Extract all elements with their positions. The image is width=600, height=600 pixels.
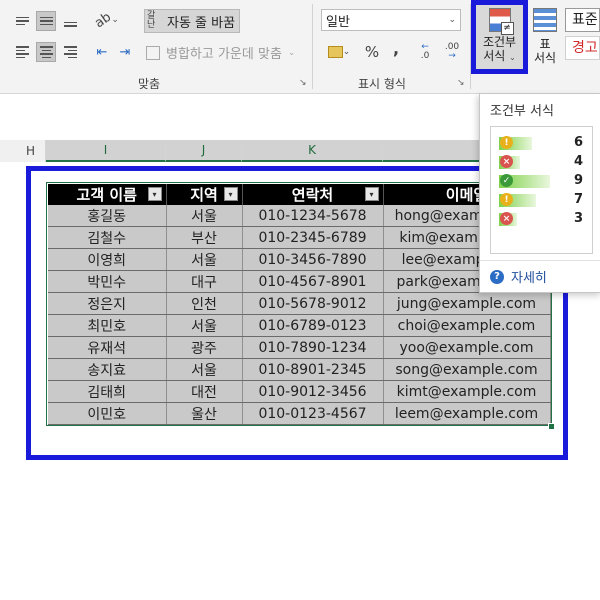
check-icon: ✓: [500, 174, 513, 187]
tooltip-divider: [480, 260, 600, 261]
arrow-right-icon: →: [448, 51, 456, 61]
conditional-format-button[interactable]: ≠ 조건부 서식 ⌄: [471, 0, 528, 74]
tooltip-title: 조건부 서식: [490, 104, 554, 119]
more-info-link[interactable]: ? 자세히: [490, 267, 547, 286]
increase-indent-icon: ⇥: [119, 44, 131, 60]
number-format-select[interactable]: 일반 ⌄: [321, 9, 461, 31]
chevron-down-icon: ⌄: [287, 47, 296, 58]
preview-value: 3: [573, 211, 583, 226]
style-normal[interactable]: 표준: [565, 8, 600, 32]
preview-row: ! 7: [499, 192, 583, 208]
decrease-indent-icon: ⇤: [96, 44, 108, 60]
percent-button[interactable]: %: [362, 42, 382, 62]
icon-set-preview: ! 6 × 4 ✓ 9! 7 × 3: [490, 126, 593, 254]
number-format-value: 일반: [326, 14, 350, 30]
preview-value: 6: [573, 135, 583, 150]
style-warning[interactable]: 경고: [565, 36, 600, 60]
column-header-h[interactable]: H: [16, 140, 46, 162]
dialog-launcher-icon[interactable]: ↘: [299, 78, 307, 88]
chevron-down-icon: ⌄: [448, 15, 456, 25]
merge-center-label: 병합하고 가운데 맞춤: [166, 47, 282, 62]
column-header-k[interactable]: K: [242, 140, 383, 162]
increase-indent-button[interactable]: ⇥: [115, 42, 135, 62]
error-icon: ×: [500, 155, 513, 168]
number-group-label: 표시 형식: [358, 77, 406, 91]
increase-decimal-button[interactable]: ← .0: [414, 42, 436, 62]
merge-icon: [146, 45, 160, 60]
help-icon: ?: [490, 269, 504, 284]
warning-icon: !: [500, 136, 513, 149]
selection-border: [46, 182, 552, 426]
comma-button[interactable]: ,: [386, 38, 406, 58]
preview-value: 9: [573, 173, 583, 188]
percent-icon: %: [364, 43, 380, 61]
table-format-icon: [533, 8, 557, 32]
column-header-i[interactable]: I: [46, 140, 166, 162]
preview-row: × 3: [499, 211, 583, 227]
align-bottom-button[interactable]: [60, 11, 80, 31]
align-middle-button[interactable]: [36, 11, 56, 31]
orientation-button[interactable]: ab ⌄: [92, 9, 122, 31]
align-center-button[interactable]: [36, 42, 56, 62]
preview-value: 7: [573, 192, 583, 207]
orientation-icon: ab: [92, 9, 115, 31]
fill-handle[interactable]: [548, 423, 555, 430]
align-top-button[interactable]: [12, 11, 32, 31]
currency-icon: [327, 46, 343, 58]
error-icon: ×: [500, 212, 513, 225]
chevron-down-icon: ⌄: [509, 53, 516, 62]
alignment-group-label: 맞춤: [138, 77, 161, 91]
conditional-format-tooltip: 조건부 서식 ! 6 × 4 ✓ 9! 7 × 3 ? 자세히: [479, 93, 600, 293]
conditional-format-icon: ≠: [488, 8, 514, 35]
format-as-table-button[interactable]: 표 서식: [528, 5, 562, 71]
wrap-text-button[interactable]: 갈난 자동 줄 바꿈: [144, 9, 241, 33]
column-header-j[interactable]: J: [166, 140, 242, 162]
decrease-decimal-button[interactable]: .00 →: [441, 42, 463, 62]
preview-row: ✓ 9: [499, 173, 583, 189]
preview-value: 4: [573, 154, 583, 169]
dialog-launcher-icon[interactable]: ↘: [457, 78, 465, 88]
group-divider: [312, 4, 313, 89]
preview-row: ! 6: [499, 135, 583, 151]
decrease-indent-button[interactable]: ⇤: [92, 42, 112, 62]
comma-icon: ,: [392, 38, 400, 58]
accounting-format-button[interactable]: ⌄: [324, 42, 354, 62]
merge-center-button[interactable]: 병합하고 가운데 맞춤 ⌄: [146, 43, 295, 62]
ribbon: ab ⌄ 갈난 자동 줄 바꿈 ⇤ ⇥ 병합하고 가운데 맞춤 ⌄ 맞춤 ↘ 일…: [0, 0, 600, 94]
wrap-text-icon: 갈난: [147, 11, 156, 30]
align-left-button[interactable]: [12, 42, 32, 62]
chevron-down-icon: ⌄: [342, 47, 351, 57]
align-right-button[interactable]: [60, 42, 80, 62]
warning-icon: !: [500, 193, 513, 206]
wrap-text-label: 자동 줄 바꿈: [167, 15, 236, 31]
preview-row: × 4: [499, 154, 583, 170]
